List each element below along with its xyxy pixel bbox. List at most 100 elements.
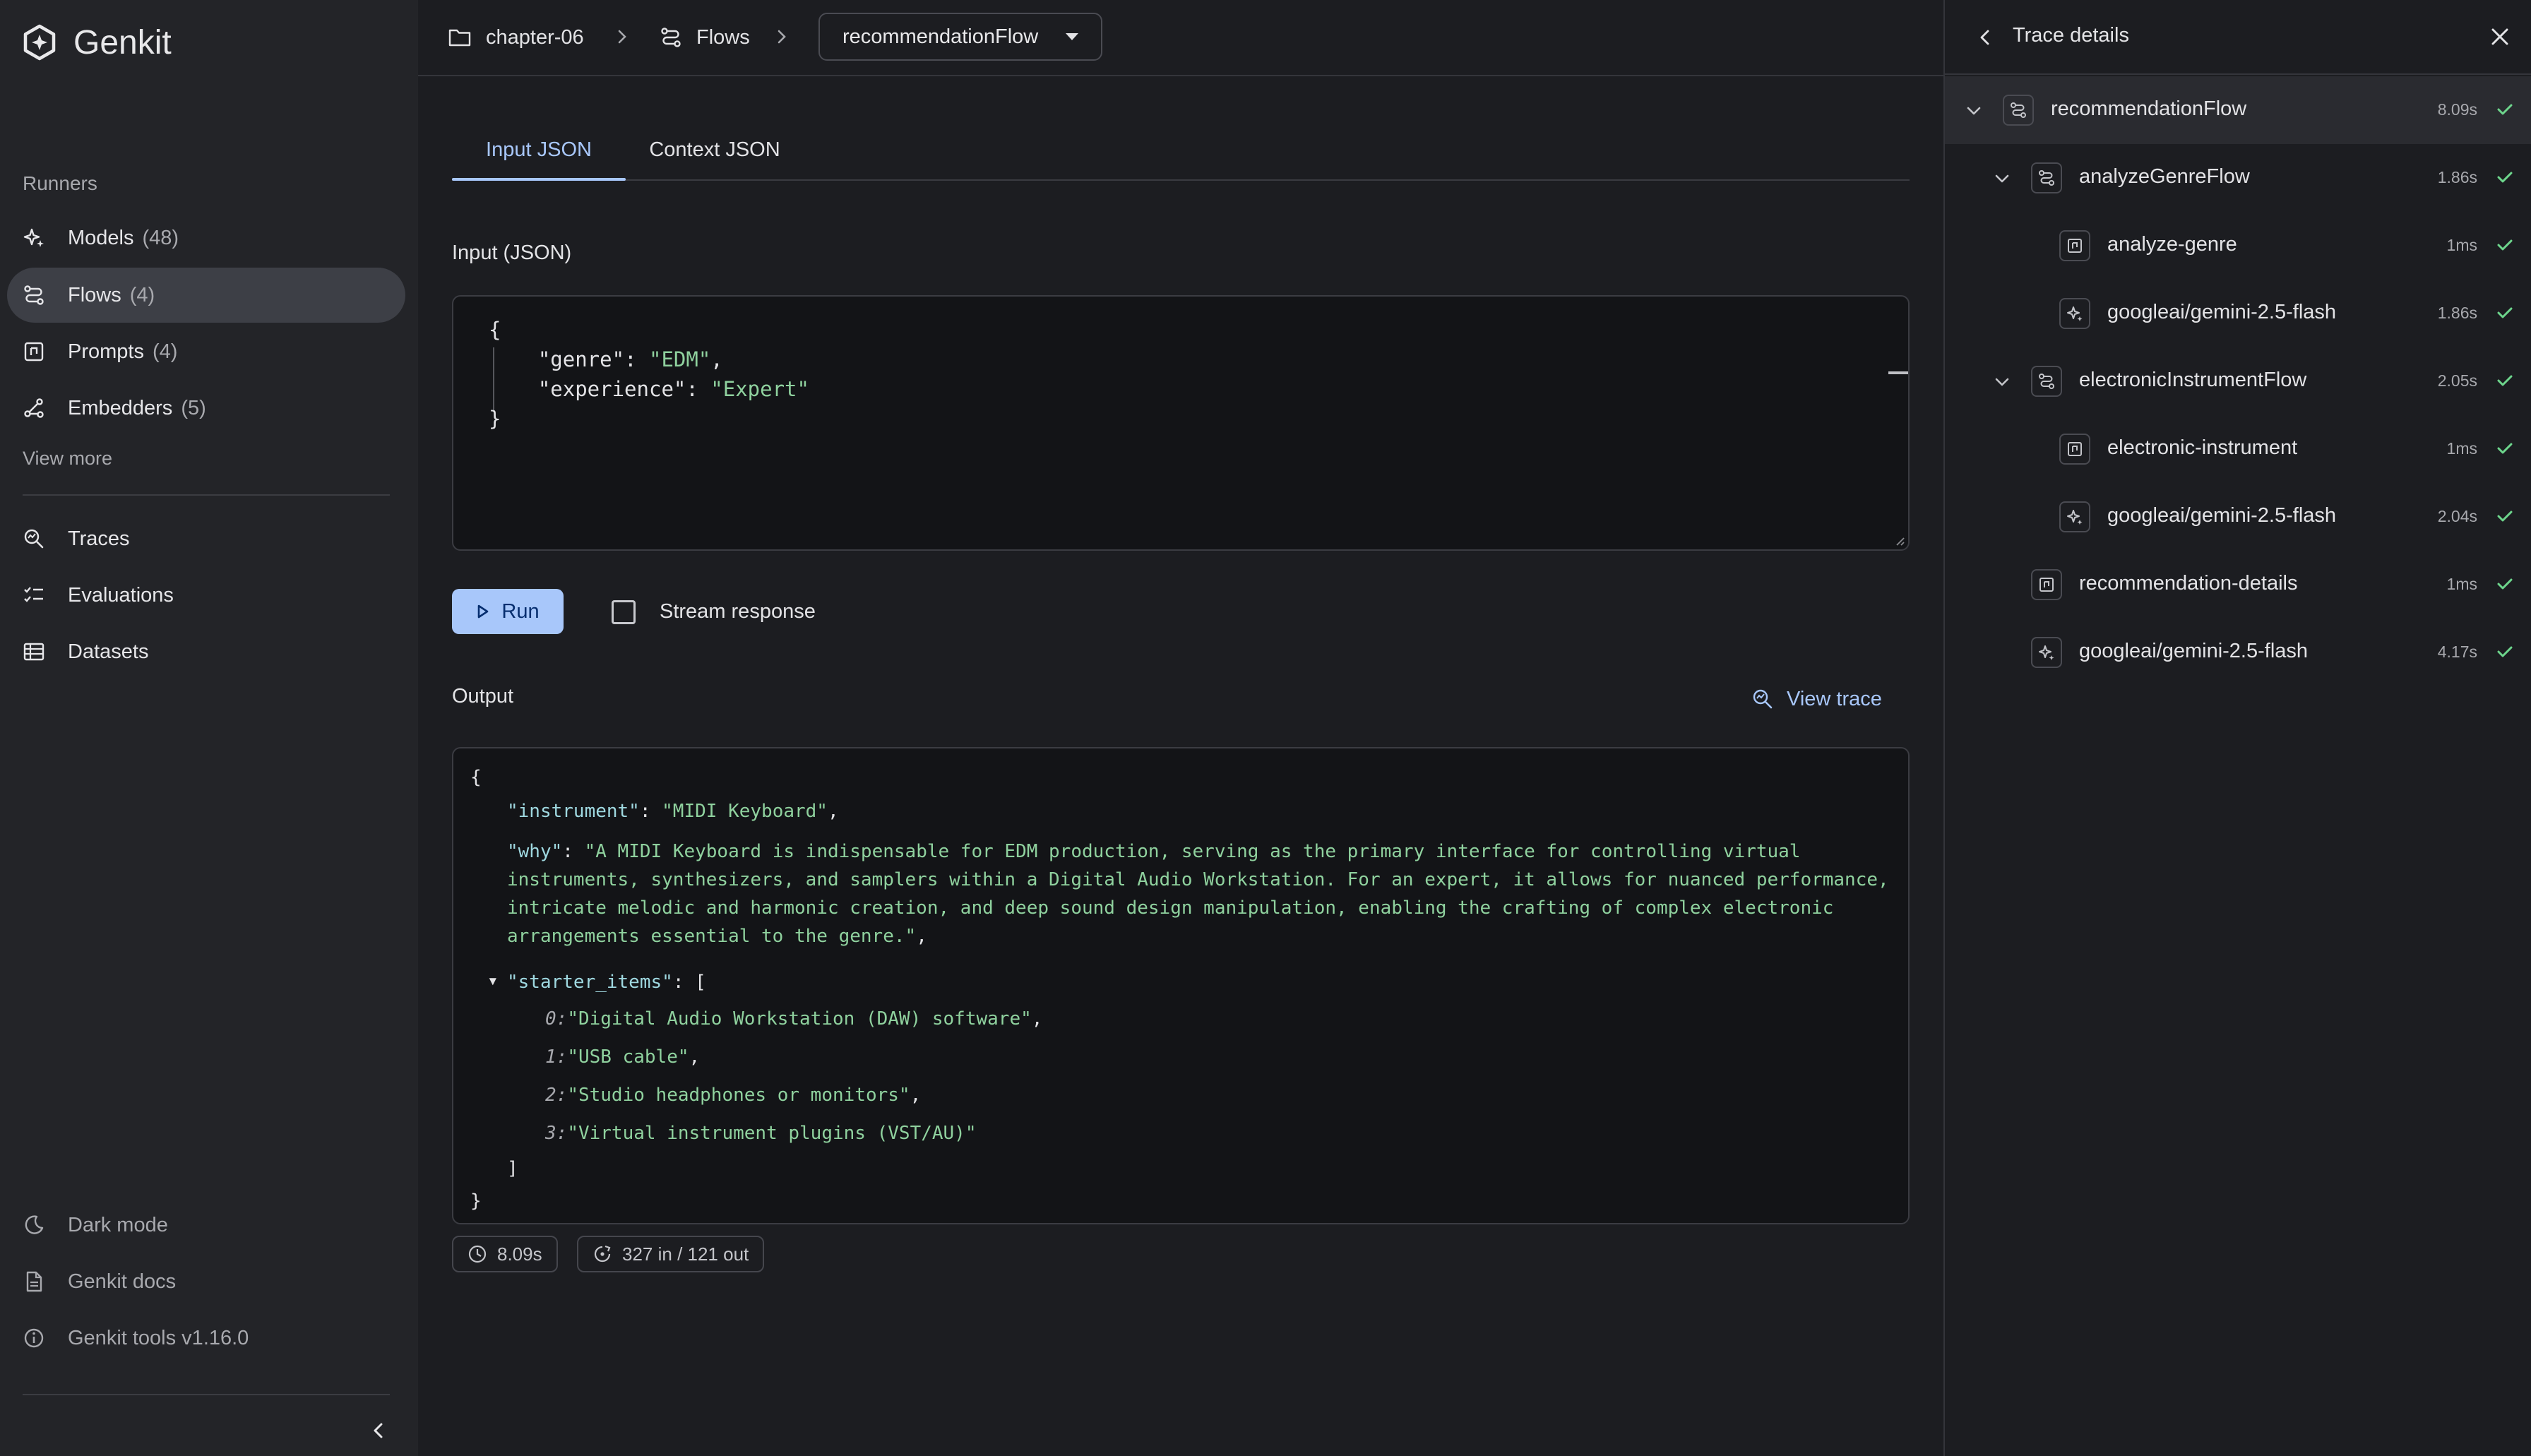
sparkle-icon [2067,510,2083,525]
span-type-icon [2031,569,2062,600]
array-value: "Virtual instrument plugins (VST/AU)" [567,1123,977,1144]
genkit-docs-link[interactable]: Genkit docs [7,1257,405,1306]
array-value: "Digital Audio Workstation (DAW) softwar… [567,1008,1032,1030]
table-icon [23,643,44,661]
json-open-brace: { [470,767,482,788]
view-trace-button[interactable]: View trace [1751,685,1882,713]
breadcrumb-label: Flows [696,25,750,49]
json-value: "MIDI Keyboard" [662,801,828,822]
chevron-right-icon [778,30,786,44]
breadcrumb-flows[interactable]: Flows [660,20,750,55]
sparkle-icon [2067,306,2083,321]
genkit-tools-version[interactable]: Genkit tools v1.16.0 [7,1313,405,1363]
breadcrumb-label: chapter-06 [486,25,584,49]
span-duration: 1ms [2446,575,2477,593]
span-duration: 1.86s [2437,304,2477,322]
success-check-icon [2497,104,2513,115]
play-icon [478,604,489,619]
output-json-viewer[interactable]: { "instrument": "MIDI Keyboard", "why": … [452,747,1910,1224]
span-duration: 2.05s [2437,371,2477,390]
success-check-icon [2497,172,2513,183]
view-more-link[interactable]: View more [23,448,112,470]
json-value: "EDM" [648,347,711,371]
collapse-sidebar-icon[interactable] [364,1416,393,1445]
trace-span-row[interactable]: electronicInstrumentFlow 2.05s [1945,347,2531,415]
sidebar-divider [23,1394,390,1395]
array-value: "USB cable" [567,1046,689,1068]
span-name: googleai/gemini-2.5-flash [2107,504,2337,527]
chevron-left-icon[interactable] [1975,27,1996,48]
info-icon [24,1328,44,1348]
array-value: "Studio headphones or monitors" [567,1085,910,1106]
sidebar-item-count: (4) [129,283,155,306]
collapse-toggle-icon[interactable]: ▾ [487,970,499,991]
span-type-icon [2031,637,2062,668]
trace-span-row[interactable]: analyze-genre 1ms [1945,212,2531,280]
token-usage-icon [594,1245,611,1263]
dark-mode-toggle[interactable]: Dark mode [7,1200,405,1250]
editor-minimap-marker [1888,371,1908,374]
embedder-icon [24,398,44,418]
success-check-icon [2497,239,2513,251]
input-tabs: Input JSON Context JSON [452,120,1910,181]
span-name: analyze-genre [2107,233,2237,256]
prompt-icon [2068,239,2082,253]
sparkle-icon [2039,645,2054,660]
json-key: "starter_items" [507,972,673,993]
prompt-icon [2039,578,2054,592]
span-name: electronicInstrumentFlow [2079,369,2307,391]
span-duration: 8.09s [2437,100,2477,119]
run-button[interactable]: Run [452,589,564,634]
trace-span-row[interactable]: analyzeGenreFlow 1.86s [1945,144,2531,212]
tab-context-json[interactable]: Context JSON [633,120,797,179]
stream-response-label: Stream response [660,600,816,623]
checklist-icon [24,587,43,602]
app-logo[interactable]: Genkit [21,21,172,64]
trace-span-row[interactable]: googleai/gemini-2.5-flash 1.86s [1945,280,2531,347]
sidebar-item-traces[interactable]: Traces [7,511,405,566]
chevron-down-icon[interactable] [1963,100,1984,121]
breadcrumb-project[interactable]: chapter-06 [448,20,584,55]
sidebar-item-models[interactable]: Models (48) [7,210,405,265]
sidebar-item-prompts[interactable]: Prompts (4) [7,324,405,379]
close-icon[interactable] [2489,25,2511,48]
genkit-logo-icon [23,24,56,61]
tab-input-json[interactable]: Input JSON [452,120,626,181]
array-item: 2:"Studio headphones or monitors", [545,1085,922,1106]
top-header: chapter-06 Flows recommendationFlow [418,0,1943,76]
span-name: googleai/gemini-2.5-flash [2079,640,2309,662]
flow-icon [2011,102,2026,118]
moon-icon [25,1215,44,1234]
sidebar-item-embedders[interactable]: Embedders (5) [7,381,405,436]
runners-section-label: Runners [23,172,97,194]
chevron-down-icon[interactable] [1991,371,2013,393]
trace-span-row[interactable]: googleai/gemini-2.5-flash 2.04s [1945,483,2531,551]
sidebar-item-flows[interactable]: Flows (4) [7,268,405,323]
success-check-icon [2497,443,2513,454]
flow-select-dropdown[interactable]: recommendationFlow [818,13,1102,61]
span-type-icon [2003,95,2034,126]
stream-response-checkbox[interactable] [612,600,636,624]
sidebar-item-count: (4) [152,340,178,363]
sidebar-item-datasets[interactable]: Datasets [7,624,405,679]
token-stat: 327 in / 121 out [577,1236,765,1272]
span-duration: 4.17s [2437,643,2477,661]
sparkle-icon [23,228,44,247]
sidebar-item-evaluations[interactable]: Evaluations [7,568,405,623]
span-type-icon [2031,366,2062,397]
selected-flow-value: recommendationFlow [842,25,1039,48]
array-index: 2: [545,1085,568,1106]
input-json-editor[interactable]: { "genre": "EDM", "experience": "Expert"… [452,295,1910,551]
trace-span-row[interactable]: recommendationFlow 8.09s [1945,76,2531,144]
sidebar-item-label: Datasets [68,640,149,663]
resize-handle-icon[interactable] [1894,535,1905,547]
trace-span-row[interactable]: recommendation-details 1ms [1945,551,2531,619]
json-value: "A MIDI Keyboard is indispensable for ED… [507,841,1889,947]
trace-span-row[interactable]: googleai/gemini-2.5-flash 4.17s [1945,619,2531,686]
json-key: "why" [507,841,563,862]
trace-span-row[interactable]: electronic-instrument 1ms [1945,415,2531,483]
array-index: 0: [545,1008,568,1030]
chevron-down-icon[interactable] [1991,168,2013,189]
span-type-icon [2031,162,2062,193]
sidebar-item-label: Evaluations [68,583,174,607]
